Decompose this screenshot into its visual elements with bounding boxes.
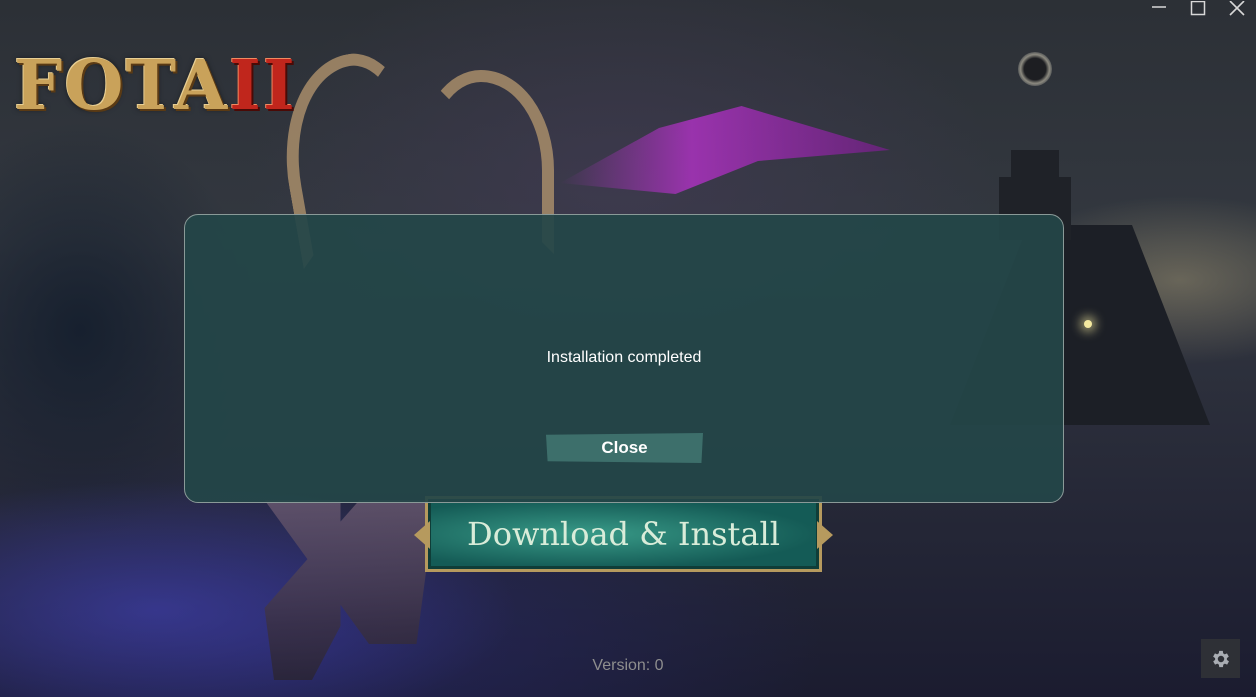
logo-numeral: II bbox=[229, 46, 297, 126]
minimize-button[interactable] bbox=[1139, 0, 1178, 18]
gear-icon bbox=[1212, 650, 1229, 667]
install-complete-dialog: Installation completed Close bbox=[184, 214, 1064, 503]
download-install-button[interactable]: Download & Install bbox=[425, 496, 822, 572]
window-controls bbox=[1139, 0, 1256, 18]
dialog-close-button[interactable]: Close bbox=[546, 433, 703, 463]
eclipse-moon bbox=[1018, 52, 1052, 86]
download-install-label: Download & Install bbox=[467, 515, 780, 553]
maximize-button[interactable] bbox=[1178, 0, 1217, 18]
minimize-icon bbox=[1151, 6, 1166, 8]
dialog-close-label: Close bbox=[601, 438, 648, 457]
close-icon bbox=[1228, 1, 1245, 16]
dialog-message: Installation completed bbox=[546, 349, 702, 366]
launcher-window: FOTAII Download & Install Installation c… bbox=[0, 0, 1256, 697]
firefly bbox=[1084, 320, 1092, 328]
close-window-button[interactable] bbox=[1217, 0, 1256, 18]
maximize-icon bbox=[1190, 1, 1205, 16]
settings-button[interactable] bbox=[1201, 639, 1240, 678]
creature-wing bbox=[560, 106, 890, 194]
logo-text: FOTA bbox=[14, 46, 230, 126]
version-label: Version: 0 bbox=[592, 657, 664, 674]
game-logo: FOTAII bbox=[14, 52, 297, 120]
